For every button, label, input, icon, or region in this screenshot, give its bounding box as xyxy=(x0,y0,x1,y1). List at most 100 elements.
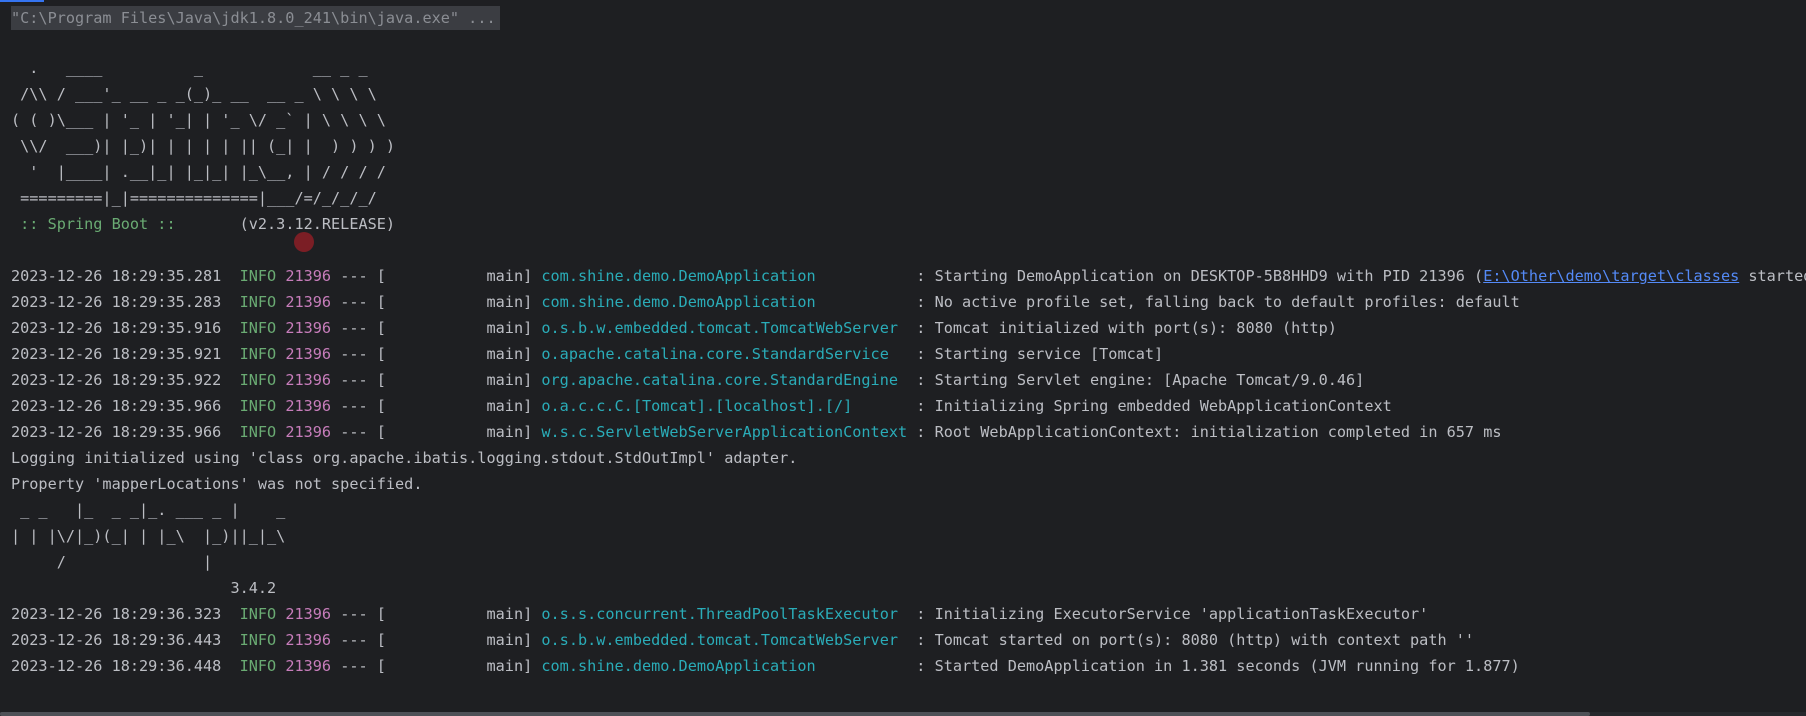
log-pid: 21396 xyxy=(285,319,332,337)
log-message: : Tomcat started on port(s): 8080 (http)… xyxy=(907,631,1475,649)
horizontal-scrollbar-thumb[interactable] xyxy=(0,712,1590,716)
log-pid: 21396 xyxy=(285,293,332,311)
log-timestamp: 2023-12-26 18:29:35.283 xyxy=(11,293,222,311)
log-timestamp: 2023-12-26 18:29:35.281 xyxy=(11,267,222,285)
log-line: 2023-12-26 18:29:35.283 INFO 21396 --- [… xyxy=(11,289,1806,315)
spring-boot-version-line: :: Spring Boot :: (v2.3.12.RELEASE) xyxy=(11,211,1806,237)
log-pid: 21396 xyxy=(285,371,332,389)
log-line: 2023-12-26 18:29:35.281 INFO 21396 --- [… xyxy=(11,263,1806,289)
log-separator: --- [ xyxy=(331,423,386,441)
log-level: INFO xyxy=(239,631,277,649)
log-logger: o.s.b.w.embedded.tomcat.TomcatWebServer xyxy=(541,631,908,649)
log-thread: main] xyxy=(385,631,542,649)
log-logger: o.a.c.c.C.[Tomcat].[localhost].[/] xyxy=(541,397,908,415)
log-timestamp: 2023-12-26 18:29:35.916 xyxy=(11,319,222,337)
log-pid: 21396 xyxy=(285,631,332,649)
log-logger: com.shine.demo.DemoApplication xyxy=(541,657,908,675)
log-logger: org.apache.catalina.core.StandardEngine xyxy=(541,371,908,389)
spring-banner-line: /\\ / ___'_ __ _ _(_)_ __ __ _ \ \ \ \ xyxy=(11,85,377,103)
log-separator: --- [ xyxy=(331,631,386,649)
log-logger: o.s.b.w.embedded.tomcat.TomcatWebServer xyxy=(541,319,908,337)
log-line: 2023-12-26 18:29:36.443 INFO 21396 --- [… xyxy=(11,627,1806,653)
log-line: 2023-12-26 18:29:35.966 INFO 21396 --- [… xyxy=(11,393,1806,419)
classes-path-link[interactable]: E:\Other\demo\target\classes xyxy=(1483,267,1739,285)
command-line[interactable]: "C:\Program Files\Java\jdk1.8.0_241\bin\… xyxy=(11,6,500,30)
log-pid: 21396 xyxy=(285,657,332,675)
spring-banner-line: ' |____| .__|_| |_|_| |_\__, | / / / / xyxy=(11,163,386,181)
log-separator: --- [ xyxy=(331,293,386,311)
log-timestamp: 2023-12-26 18:29:36.448 xyxy=(11,657,222,675)
log-level: INFO xyxy=(239,345,277,363)
log-line: 2023-12-26 18:29:35.966 INFO 21396 --- [… xyxy=(11,419,1806,445)
log-pid: 21396 xyxy=(285,605,332,623)
log-separator: --- [ xyxy=(331,397,386,415)
log-thread: main] xyxy=(385,319,542,337)
spring-banner-line: . ____ _ __ _ _ xyxy=(11,59,368,77)
log-pid: 21396 xyxy=(285,423,332,441)
mybatis-banner-line: / | xyxy=(11,553,213,571)
log-thread: main] xyxy=(385,345,542,363)
log-logger: o.apache.catalina.core.StandardService xyxy=(541,345,908,363)
log-level: INFO xyxy=(239,657,277,675)
log-message: : Initializing ExecutorService 'applicat… xyxy=(907,605,1429,623)
spring-banner-line: =========|_|==============|___/=/_/_/_/ xyxy=(11,189,377,207)
log-pid: 21396 xyxy=(285,345,332,363)
log-pid: 21396 xyxy=(285,267,332,285)
log-pid: 21396 xyxy=(285,397,332,415)
spring-boot-label: :: Spring Boot :: xyxy=(11,215,185,233)
log-line: 2023-12-26 18:29:36.448 INFO 21396 --- [… xyxy=(11,653,1806,679)
log-timestamp: 2023-12-26 18:29:35.922 xyxy=(11,371,222,389)
log-logger: com.shine.demo.DemoApplication xyxy=(541,267,908,285)
log-level: INFO xyxy=(239,397,277,415)
log-level: INFO xyxy=(239,423,277,441)
log-message: : Starting service [Tomcat] xyxy=(907,345,1164,363)
log-timestamp: 2023-12-26 18:29:36.323 xyxy=(11,605,222,623)
output-line: Logging initialized using 'class org.apa… xyxy=(11,449,798,467)
log-message: : No active profile set, falling back to… xyxy=(907,293,1520,311)
mybatis-banner-line: | | |\/|_)(_| | |_\ |_)||_|_\ xyxy=(11,527,286,545)
log-logger: com.shine.demo.DemoApplication xyxy=(541,293,908,311)
log-message: : Root WebApplicationContext: initializa… xyxy=(907,423,1502,441)
log-level: INFO xyxy=(239,293,277,311)
console-output: . ____ _ __ _ _ /\\ / ___'_ __ _ _(_)_ _… xyxy=(11,29,1806,679)
log-level: INFO xyxy=(239,605,277,623)
log-message: : Initializing Spring embedded WebApplic… xyxy=(907,397,1392,415)
spring-banner-line: ( ( )\___ | '_ | '_| | '_ \/ _` | \ \ \ … xyxy=(11,111,386,129)
log-separator: --- [ xyxy=(331,605,386,623)
mouse-cursor-indicator xyxy=(294,232,314,252)
log-separator: --- [ xyxy=(331,371,386,389)
log-level: INFO xyxy=(239,319,277,337)
log-separator: --- [ xyxy=(331,657,386,675)
log-thread: main] xyxy=(385,657,542,675)
spring-banner-line: \\/ ___)| |_)| | | | | || (_| | ) ) ) ) xyxy=(11,137,396,155)
log-thread: main] xyxy=(385,371,542,389)
log-thread: main] xyxy=(385,423,542,441)
log-line: 2023-12-26 18:29:35.922 INFO 21396 --- [… xyxy=(11,367,1806,393)
log-timestamp: 2023-12-26 18:29:35.921 xyxy=(11,345,222,363)
horizontal-scrollbar[interactable] xyxy=(0,712,1806,716)
log-timestamp: 2023-12-26 18:29:35.966 xyxy=(11,397,222,415)
log-thread: main] xyxy=(385,605,542,623)
log-message: : Starting DemoApplication on DESKTOP-5B… xyxy=(907,267,1484,285)
mybatis-banner-line: _ _ |_ _ _|_. ___ _ | _ xyxy=(11,501,286,519)
log-timestamp: 2023-12-26 18:29:36.443 xyxy=(11,631,222,649)
output-line: Property 'mapperLocations' was not speci… xyxy=(11,475,423,493)
log-thread: main] xyxy=(385,267,542,285)
log-timestamp: 2023-12-26 18:29:35.966 xyxy=(11,423,222,441)
log-message: : Tomcat initialized with port(s): 8080 … xyxy=(907,319,1337,337)
log-message: : Starting Servlet engine: [Apache Tomca… xyxy=(907,371,1365,389)
log-message-tail: started b xyxy=(1748,267,1806,285)
log-separator: --- [ xyxy=(331,267,386,285)
log-level: INFO xyxy=(239,267,277,285)
log-logger: o.s.s.concurrent.ThreadPoolTaskExecutor xyxy=(541,605,908,623)
run-console[interactable]: "C:\Program Files\Java\jdk1.8.0_241\bin\… xyxy=(0,2,1806,716)
log-line: 2023-12-26 18:29:35.916 INFO 21396 --- [… xyxy=(11,315,1806,341)
log-separator: --- [ xyxy=(331,319,386,337)
log-line: 2023-12-26 18:29:36.323 INFO 21396 --- [… xyxy=(11,601,1806,627)
log-line: 2023-12-26 18:29:35.921 INFO 21396 --- [… xyxy=(11,341,1806,367)
log-logger: w.s.c.ServletWebServerApplicationContext xyxy=(541,423,908,441)
log-message: : Started DemoApplication in 1.381 secon… xyxy=(907,657,1520,675)
log-separator: --- [ xyxy=(331,345,386,363)
